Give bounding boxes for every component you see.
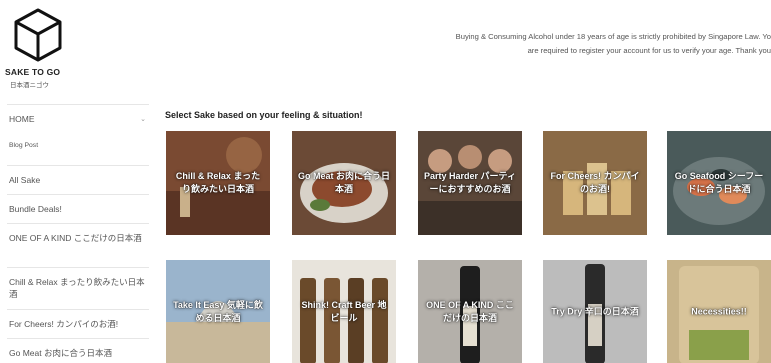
category-tile-go-meat[interactable]: Go Meat お肉に合う日本酒 — [292, 131, 396, 235]
chevron-down-icon[interactable]: ⌄ — [140, 114, 146, 126]
brand-subname: 日本酒ニゴウ — [10, 82, 49, 89]
sidebar-item-home[interactable]: HOME ⌄ — [7, 104, 149, 136]
category-tile-craft-beer[interactable]: Shink! Craft Beer 地ビール — [292, 260, 396, 363]
tile-caption: Take It Easy 気軽に飲める日本酒 — [173, 300, 263, 323]
sidebar-item-label: HOME — [9, 114, 35, 124]
sidebar-item-one-of-a-kind[interactable]: ONE OF A KIND ここだけの日本酒 — [7, 223, 149, 267]
tile-caption: Necessities!! — [691, 306, 747, 317]
page-title: Select Sake based on your feeling & situ… — [165, 110, 363, 120]
sidebar-item-label: Bundle Deals! — [9, 204, 62, 214]
tile-caption: For Cheers! カンパイのお酒! — [550, 171, 640, 194]
category-tile-one-of-a-kind[interactable]: ONE OF A KIND ここだけの日本酒 — [418, 260, 522, 363]
category-tile-for-cheers[interactable]: For Cheers! カンパイのお酒! — [543, 131, 647, 235]
sidebar-item-label: All Sake — [9, 175, 41, 185]
sidebar-item-all-sake[interactable]: All Sake — [7, 165, 149, 194]
sidebar-item-label: Chill & Relax まったり飲みたい日本酒 — [9, 277, 145, 299]
sidebar-item-bundle-deals[interactable]: Bundle Deals! — [7, 194, 149, 223]
sidebar-item-chill-relax[interactable]: Chill & Relax まったり飲みたい日本酒 — [7, 267, 149, 309]
notice-line-1: Buying & Consuming Alcohol under 18 year… — [455, 32, 771, 41]
tile-caption: Try Dry 辛口の日本酒 — [551, 306, 639, 317]
category-tile-party-harder[interactable]: Party Harder パーティーにおすすめのお酒 — [418, 131, 522, 235]
tile-caption: Shink! Craft Beer 地ビール — [301, 300, 387, 323]
tile-caption: Chill & Relax まったり飲みたい日本酒 — [175, 171, 261, 194]
sidebar-item-label: Go Meat お肉に合う日本酒 — [9, 348, 112, 358]
category-tile-chill-relax[interactable]: Chill & Relax まったり飲みたい日本酒 — [166, 131, 270, 235]
sidebar-item-label: For Cheers! カンパイのお酒! — [9, 319, 119, 329]
sidebar-item-label: ONE OF A KIND ここだけの日本酒 — [9, 233, 142, 243]
category-tile-try-dry[interactable]: Try Dry 辛口の日本酒 — [543, 260, 647, 363]
sidebar-item-for-cheers[interactable]: For Cheers! カンパイのお酒! — [7, 309, 149, 338]
category-tile-go-seafood[interactable]: Go Seafood シーフードに合う日本酒 — [667, 131, 771, 235]
brand-name: SAKE TO GO — [5, 67, 61, 77]
tile-caption: Party Harder パーティーにおすすめのお酒 — [424, 171, 516, 194]
category-tile-take-it-easy[interactable]: Take It Easy 気軽に飲める日本酒 — [166, 260, 270, 363]
sidebar-item-go-meat[interactable]: Go Meat お肉に合う日本酒 — [7, 338, 149, 363]
sake-box-icon — [14, 8, 62, 62]
category-tile-necessities[interactable]: Necessities!! — [667, 260, 771, 363]
tile-caption: Go Meat お肉に合う日本酒 — [298, 171, 391, 194]
sidebar-item-blog-post[interactable]: Blog Post — [7, 136, 149, 165]
age-restriction-notice: Buying & Consuming Alcohol under 18 year… — [351, 30, 771, 58]
sidebar-item-label: Blog Post — [9, 142, 39, 149]
site-logo[interactable] — [6, 6, 70, 66]
tile-caption: Go Seafood シーフードに合う日本酒 — [674, 171, 764, 194]
sidebar-nav: HOME ⌄ Blog Post All Sake Bundle Deals! … — [7, 104, 149, 363]
notice-line-2: are required to register your account fo… — [527, 46, 771, 55]
tile-caption: ONE OF A KIND ここだけの日本酒 — [426, 300, 514, 323]
